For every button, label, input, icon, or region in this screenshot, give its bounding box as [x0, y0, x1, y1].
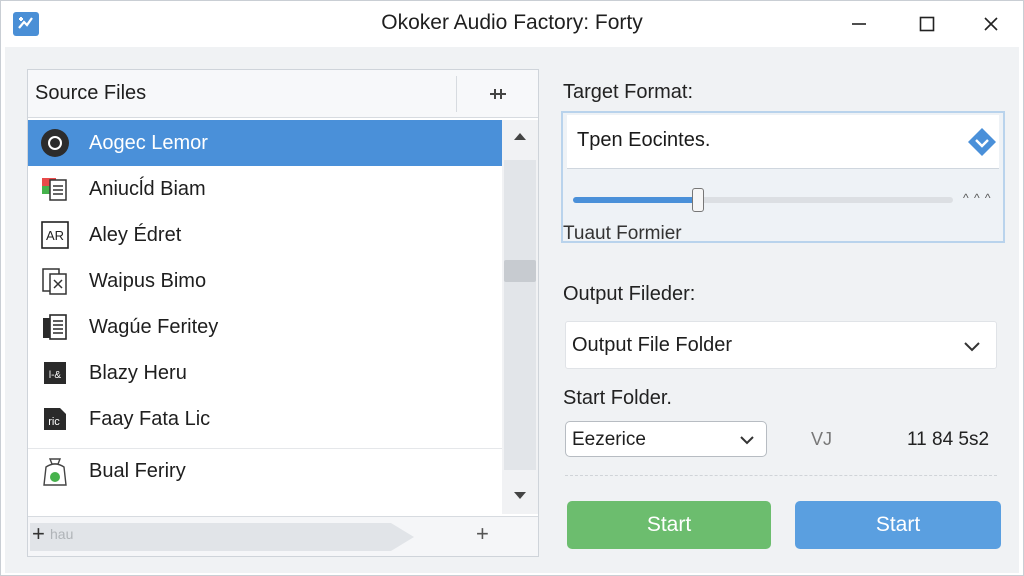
settings-panel: Target Format: Tpen Eocintes. ^ ^ ^ Tuau… [561, 69, 1005, 557]
dark-doc-icon [38, 310, 72, 344]
list-item[interactable]: ric Faay Fata Lic [28, 396, 502, 442]
target-format-value: Tpen Eocintes. [577, 129, 711, 151]
target-format-label: Target Format: [563, 81, 694, 103]
scroll-down-arrow-icon[interactable] [510, 486, 530, 506]
divider [565, 475, 997, 476]
minimize-button[interactable] [837, 7, 881, 41]
scroll-thumb[interactable] [504, 260, 536, 282]
add-file-icon[interactable]: + [32, 521, 45, 547]
file-name: Aniucĺd Biam [89, 177, 206, 200]
doc-x-icon [38, 264, 72, 298]
list-item[interactable]: Waipus Bimo [28, 258, 502, 304]
quality-slider[interactable] [573, 188, 953, 212]
slider-fill [573, 197, 699, 203]
slider-marks: ^ ^ ^ [963, 191, 992, 205]
colored-doc-icon [38, 172, 72, 206]
unit-text: VJ [811, 429, 833, 449]
chevron-down-icon [962, 336, 982, 356]
source-files-header: Source Files [28, 70, 538, 118]
horizontal-scrollbar[interactable] [30, 523, 414, 551]
scroll-up-arrow-icon[interactable] [510, 126, 530, 146]
file-name: Waipus Bimo [89, 269, 207, 292]
title-bar: Okoker Audio Factory: Forty [1, 1, 1023, 47]
target-format-box: Tpen Eocintes. ^ ^ ^ Tuaut Formier [561, 111, 1005, 244]
close-button[interactable] [969, 7, 1013, 41]
start-button-green[interactable]: Start [567, 501, 771, 549]
file-name: Wagúe Feritey [89, 315, 219, 338]
target-format-select[interactable]: Tpen Eocintes. [567, 115, 999, 169]
film-icon: l-& [38, 356, 72, 390]
bag-icon [38, 455, 72, 489]
list-item[interactable]: Wagúe Feritey [28, 304, 502, 350]
list-item[interactable]: Aogec Lemor [28, 120, 502, 166]
column-resize-button[interactable] [480, 84, 516, 104]
svg-text:l-&: l-& [49, 370, 62, 381]
list-item[interactable]: Bual Feriry [28, 448, 502, 494]
start-folder-label: Start Folder. [563, 387, 672, 409]
vertical-scrollbar[interactable] [502, 120, 538, 514]
start-folder-select[interactable]: Eezerice [565, 421, 767, 457]
slider-thumb[interactable] [692, 188, 705, 212]
file-name: Faay Fata Lic [89, 407, 211, 430]
ar-doc-icon: AR [38, 218, 72, 252]
file-name: Blazy Heru [89, 361, 187, 384]
output-folder-select[interactable]: Output File Folder [565, 321, 997, 369]
file-name: Aley Édret [89, 223, 182, 246]
output-folder-label: Output Fileder: [563, 283, 696, 305]
source-files-footer: + hau + [28, 516, 538, 556]
footer-left-text: hau [50, 526, 74, 542]
source-files-panel: Source Files Aogec Lemor Aniucĺd Biam A… [27, 69, 539, 557]
file-name: Bual Feriry [89, 460, 186, 482]
maximize-button[interactable] [905, 7, 949, 41]
app-window: Okoker Audio Factory: Forty Source Files [0, 0, 1024, 576]
svg-text:AR: AR [46, 228, 64, 243]
file-name: Aogec Lemor [89, 131, 208, 154]
dark-file-icon: ric [38, 402, 72, 436]
output-folder-value: Output File Folder [572, 334, 733, 356]
client-area: Source Files Aogec Lemor Aniucĺd Biam A… [5, 47, 1019, 573]
target-format-caption: Tuaut Formier [563, 223, 682, 244]
list-item[interactable]: AR Aley Édret [28, 212, 502, 258]
start-button-blue[interactable]: Start [795, 501, 1001, 549]
source-files-label: Source Files [35, 82, 147, 104]
list-item[interactable]: l-& Blazy Heru [28, 350, 502, 396]
header-divider [456, 76, 457, 112]
dropdown-diamond-icon[interactable] [967, 127, 997, 157]
list-item[interactable]: Aniucĺd Biam [28, 166, 502, 212]
start-folder-value: Eezerice [572, 429, 646, 450]
record-icon [38, 126, 72, 160]
scroll-track[interactable] [504, 160, 536, 470]
size-value: 11 84 5s2 [907, 429, 990, 450]
file-list: Aogec Lemor Aniucĺd Biam AR Aley Édret [28, 120, 502, 514]
add-folder-icon[interactable]: + [476, 521, 489, 547]
chevron-down-icon [738, 431, 756, 449]
svg-text:ric: ric [48, 416, 60, 428]
